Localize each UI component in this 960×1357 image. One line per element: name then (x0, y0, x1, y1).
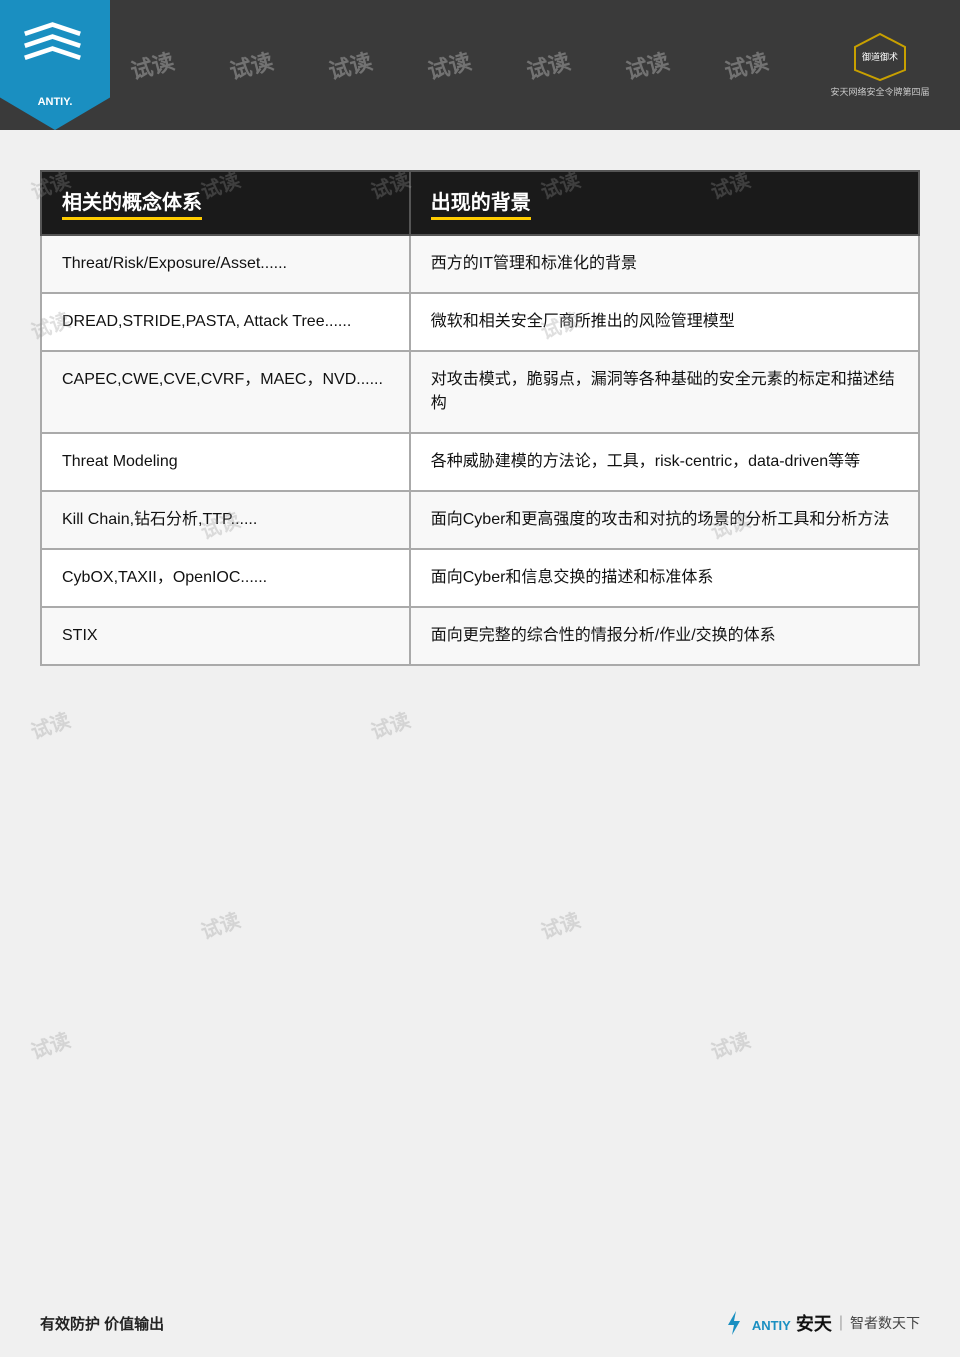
header: ANTIY. 试读 试读 试读 试读 试读 试读 试读 御道御术 安天网络安全令… (0, 0, 960, 130)
table-cell-col2: 西方的IT管理和标准化的背景 (410, 235, 919, 293)
page-wm-15: 试读 (706, 1024, 754, 1065)
header-watermark-3: 试读 (325, 44, 376, 86)
footer: 有效防护 价值输出 ANTIY 安天 | 智者数天下 (40, 1309, 920, 1337)
table-cell-col1: DREAD,STRIDE,PASTA, Attack Tree...... (41, 293, 410, 351)
table-cell-col1: CAPEC,CWE,CVE,CVRF，MAEC，NVD...... (41, 351, 410, 433)
table-row: CAPEC,CWE,CVE,CVRF，MAEC，NVD......对攻击模式，脆… (41, 351, 919, 433)
col1-header: 相关的概念体系 (41, 171, 410, 235)
table-cell-col1: Threat/Risk/Exposure/Asset...... (41, 235, 410, 293)
col2-header: 出现的背景 (410, 171, 919, 235)
header-watermark-1: 试读 (127, 44, 178, 86)
logo-label: ANTIY. (0, 96, 110, 108)
page-wm-10: 试读 (26, 704, 74, 745)
page-wm-14: 试读 (26, 1024, 74, 1065)
table-cell-col2: 面向Cyber和更高强度的攻击和对抗的场景的分析工具和分析方法 (410, 491, 919, 549)
footer-left-text: 有效防护 价值输出 (40, 1313, 164, 1334)
header-watermark-2: 试读 (226, 44, 277, 86)
logo-box: ANTIY. (0, 0, 110, 130)
right-emblem-icon: 御道御术 (850, 32, 910, 82)
table-row: STIX面向更完整的综合性的情报分析/作业/交换的体系 (41, 607, 919, 665)
page-wm-13: 试读 (536, 904, 584, 945)
svg-text:御道御术: 御道御术 (862, 51, 898, 62)
table-cell-col2: 各种威胁建模的方法论，工具，risk-centric，data-driven等等 (410, 433, 919, 491)
main-table: 相关的概念体系 出现的背景 Threat/Risk/Exposure/Asset… (40, 170, 920, 666)
footer-lightning-icon (720, 1309, 748, 1337)
table-cell-col1: STIX (41, 607, 410, 665)
table-row: Kill Chain,钻石分析,TTP......面向Cyber和更高强度的攻击… (41, 491, 919, 549)
col2-header-text: 出现的背景 (431, 186, 531, 220)
header-watermark-5: 试读 (523, 44, 574, 86)
header-watermark-6: 试读 (622, 44, 673, 86)
table-cell-col2: 面向更完整的综合性的情报分析/作业/交换的体系 (410, 607, 919, 665)
footer-brand-sub: 智者数天下 (850, 1313, 920, 1333)
table-cell-col1: CybOX,TAXII，OpenIOC...... (41, 549, 410, 607)
antiy-logo-icon (15, 20, 90, 80)
header-watermark-7: 试读 (721, 44, 772, 86)
table-row: DREAD,STRIDE,PASTA, Attack Tree......微软和… (41, 293, 919, 351)
main-content: 试读 试读 试读 试读 试读 试读 试读 试读 试读 试读 试读 试读 试读 试… (0, 130, 960, 686)
page-wm-11: 试读 (366, 704, 414, 745)
header-right-sub: 安天网络安全令牌第四届 (830, 85, 929, 98)
table-row: Threat/Risk/Exposure/Asset......西方的IT管理和… (41, 235, 919, 293)
footer-logo: ANTIY 安天 | 智者数天下 (720, 1309, 920, 1337)
table-cell-col2: 微软和相关安全厂商所推出的风险管理模型 (410, 293, 919, 351)
table-row: CybOX,TAXII，OpenIOC......面向Cyber和信息交换的描述… (41, 549, 919, 607)
header-watermark-4: 试读 (424, 44, 475, 86)
col1-header-text: 相关的概念体系 (62, 186, 202, 220)
table-cell-col2: 面向Cyber和信息交换的描述和标准体系 (410, 549, 919, 607)
table-cell-col2: 对攻击模式，脆弱点，漏洞等各种基础的安全元素的标定和描述结构 (410, 351, 919, 433)
table-row: Threat Modeling各种威胁建模的方法论，工具，risk-centri… (41, 433, 919, 491)
table-cell-col1: Threat Modeling (41, 433, 410, 491)
table-cell-col1: Kill Chain,钻石分析,TTP...... (41, 491, 410, 549)
header-watermark-area: 试读 试读 试读 试读 试读 试读 试读 (110, 0, 800, 130)
page-wm-12: 试读 (196, 904, 244, 945)
footer-chinese-brand: 安天 (796, 1314, 832, 1334)
footer-brand-name: ANTIY 安天 (752, 1310, 832, 1336)
header-right-logo: 御道御术 安天网络安全令牌第四届 (810, 10, 950, 120)
